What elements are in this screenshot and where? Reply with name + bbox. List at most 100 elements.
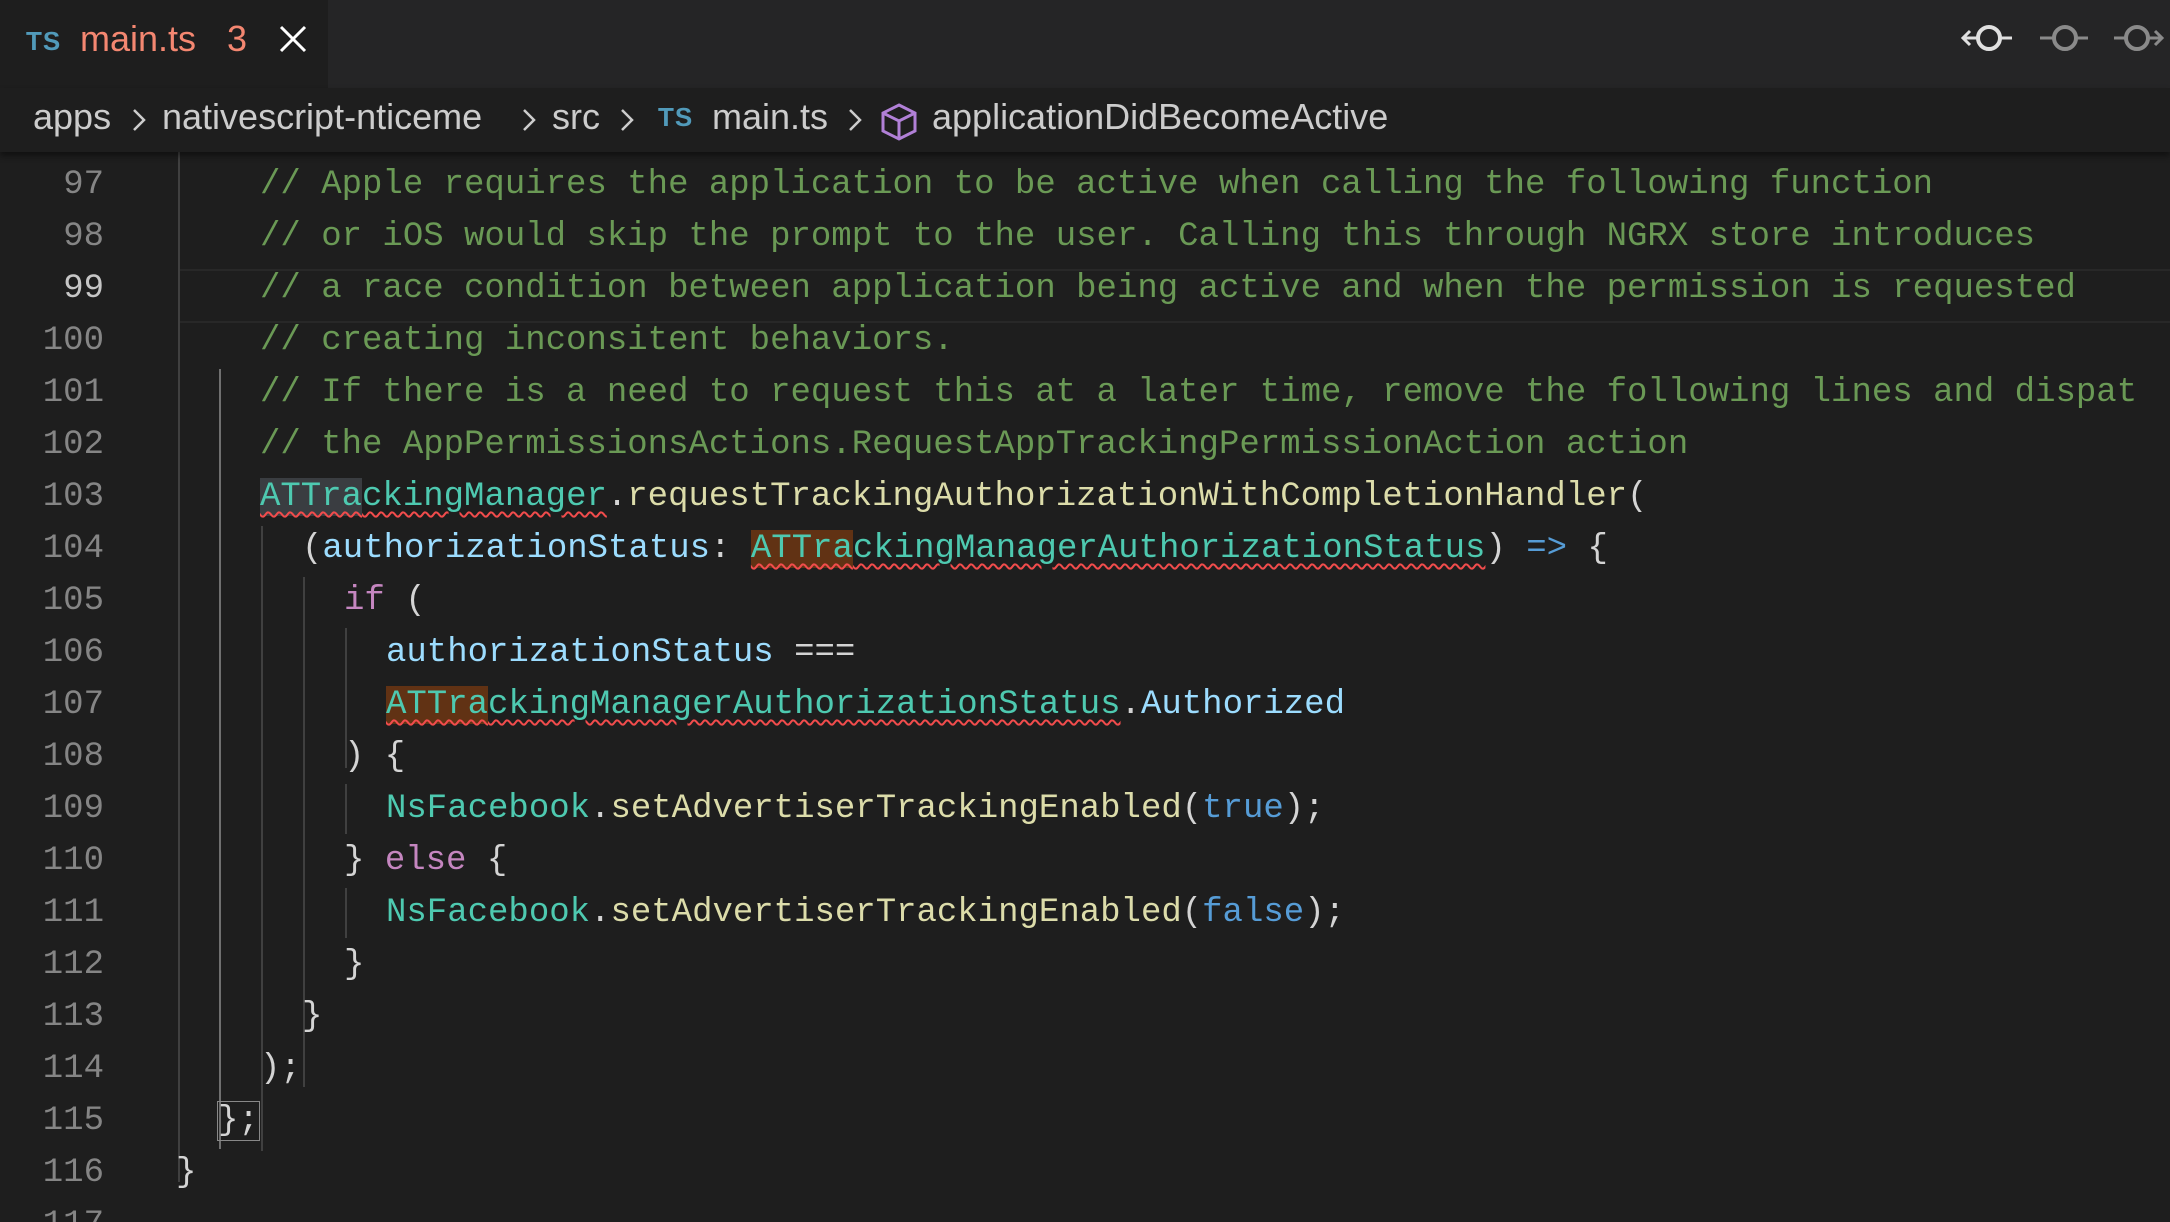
function-name: setAdvertiserTrackingEnabled xyxy=(610,894,1182,932)
class-name: NsFacebook xyxy=(386,894,591,932)
chevron-right-icon xyxy=(523,109,536,131)
tab-main-ts[interactable]: TS main.ts 3 xyxy=(0,0,328,88)
code-line-106: authorizationStatus === xyxy=(386,634,855,672)
line-number: 117 xyxy=(0,1206,104,1222)
punctuation: { xyxy=(466,842,508,880)
chevron-right-icon xyxy=(621,109,634,131)
code-line-105: if ( xyxy=(344,582,426,620)
code-line-97: // Apple requires the application to be … xyxy=(260,166,1933,204)
code-line-107: ATTrackingManagerAuthorizationStatus.Aut… xyxy=(386,686,1345,724)
punctuation: ( xyxy=(1181,790,1203,828)
class-name-error-highlight[interactable]: ATTra xyxy=(260,478,363,516)
operator: === xyxy=(773,634,856,672)
code-line-108: ) { xyxy=(344,738,405,776)
comment: // a race condition between application … xyxy=(260,270,2076,308)
line-number: 114 xyxy=(42,1050,104,1088)
indent-guide xyxy=(345,784,347,834)
punctuation: . xyxy=(590,790,611,828)
line-number: 115 xyxy=(42,1102,104,1140)
indent-guide xyxy=(178,152,180,1182)
enum-name-error-highlight[interactable]: ATTra xyxy=(386,686,489,724)
close-icon[interactable] xyxy=(276,22,310,56)
punctuation: . xyxy=(1120,686,1141,724)
punctuation: ( xyxy=(302,530,323,568)
punctuation: } xyxy=(344,842,385,880)
line-number: 110 xyxy=(42,842,104,880)
breadcrumb-item-src[interactable]: src xyxy=(552,96,600,138)
variable: authorizationStatus xyxy=(386,634,774,672)
keyword: if xyxy=(344,582,385,620)
code-line-116: } xyxy=(176,1154,196,1192)
line-number: 116 xyxy=(42,1154,104,1192)
boolean-literal: false xyxy=(1202,894,1305,932)
code-line-113: } xyxy=(302,998,322,1036)
line-number: 100 xyxy=(42,322,104,360)
typescript-file-icon: TS xyxy=(26,26,62,56)
comment: // If there is a need to request this at… xyxy=(260,374,2138,412)
line-number: 106 xyxy=(42,634,104,672)
typescript-file-icon: TS xyxy=(658,102,694,132)
punctuation: } xyxy=(176,1154,197,1192)
code-line-104: (authorizationStatus: ATTrackingManagerA… xyxy=(302,530,1608,568)
code-line-100: // creating inconsitent behaviors. xyxy=(260,322,954,360)
punctuation: } xyxy=(344,946,365,984)
punctuation: ); xyxy=(1304,894,1345,932)
type-name-error[interactable]: ckingManagerAuthorizationStatus xyxy=(853,530,1486,568)
punctuation: ( xyxy=(1627,478,1648,516)
arrow-operator: => xyxy=(1526,530,1568,568)
code-line-112: } xyxy=(344,946,364,984)
code-editor[interactable]: 97 98 99 100 101 102 103 104 105 106 107… xyxy=(0,152,2170,1222)
code-line-114: ); xyxy=(260,1050,301,1088)
boolean-literal: true xyxy=(1202,790,1284,828)
punctuation: ( xyxy=(384,582,426,620)
class-name-error[interactable]: ckingManager xyxy=(362,478,607,516)
keyword: else xyxy=(384,842,467,880)
line-number: 102 xyxy=(42,426,104,464)
line-number: 111 xyxy=(42,894,104,932)
punctuation: . xyxy=(606,478,628,516)
code-line-101: // If there is a need to request this at… xyxy=(260,374,2137,412)
punctuation: } xyxy=(302,998,323,1036)
go-to-previous-change-icon[interactable] xyxy=(1960,14,2016,62)
code-line-115: }; xyxy=(217,1101,260,1141)
line-number: 103 xyxy=(42,478,104,516)
punctuation: ); xyxy=(260,1050,301,1088)
punctuation: ) xyxy=(1485,530,1527,568)
tab-bar: TS main.ts 3 xyxy=(0,0,2170,88)
line-number: 105 xyxy=(42,582,104,620)
breadcrumb-item-symbol[interactable]: applicationDidBecomeActive xyxy=(932,96,1388,138)
breadcrumb-item-apps[interactable]: apps xyxy=(33,96,111,138)
enum-member: Authorized xyxy=(1140,686,1345,724)
breadcrumb-item-project[interactable]: nativescript-nticeme xyxy=(162,96,482,138)
punctuation: ( xyxy=(1181,894,1203,932)
tab-problem-count: 3 xyxy=(227,18,248,59)
function-name: setAdvertiserTrackingEnabled xyxy=(610,790,1182,828)
code-line-99: // a race condition between application … xyxy=(260,270,2076,308)
line-number: 112 xyxy=(42,946,104,984)
line-number: 109 xyxy=(42,790,104,828)
breadcrumb: apps nativescript-nticeme src TS main.ts… xyxy=(0,88,2170,152)
enum-name-error[interactable]: ckingManagerAuthorizationStatus xyxy=(488,686,1121,724)
code-line-110: } else { xyxy=(344,842,507,880)
comment: // the AppPermissionsActions.RequestAppT… xyxy=(260,426,1689,464)
comment: // Apple requires the application to be … xyxy=(260,166,1934,204)
punctuation: { xyxy=(1567,530,1608,568)
class-name: NsFacebook xyxy=(386,790,591,828)
comment: // creating inconsitent behaviors. xyxy=(260,322,954,360)
parameter: authorizationStatus xyxy=(322,530,711,568)
go-to-next-change-icon[interactable] xyxy=(2110,14,2166,62)
type-name-error-highlight[interactable]: ATTra xyxy=(750,530,853,568)
chevron-right-icon xyxy=(133,109,146,131)
punctuation: : xyxy=(710,530,751,568)
chevron-right-icon xyxy=(849,109,862,131)
go-to-change-icon[interactable] xyxy=(2036,14,2092,62)
code-line-102: // the AppPermissionsActions.RequestAppT… xyxy=(260,426,1688,464)
line-number: 101 xyxy=(42,374,104,412)
punctuation: ); xyxy=(1283,790,1325,828)
comment: // or iOS would skip the prompt to the u… xyxy=(260,218,2036,256)
matching-bracket: }; xyxy=(217,1101,260,1141)
code-line-109: NsFacebook.setAdvertiserTrackingEnabled(… xyxy=(386,790,1325,828)
code-line-111: NsFacebook.setAdvertiserTrackingEnabled(… xyxy=(386,894,1345,932)
breadcrumb-item-file[interactable]: main.ts xyxy=(712,96,828,138)
punctuation: . xyxy=(590,894,611,932)
